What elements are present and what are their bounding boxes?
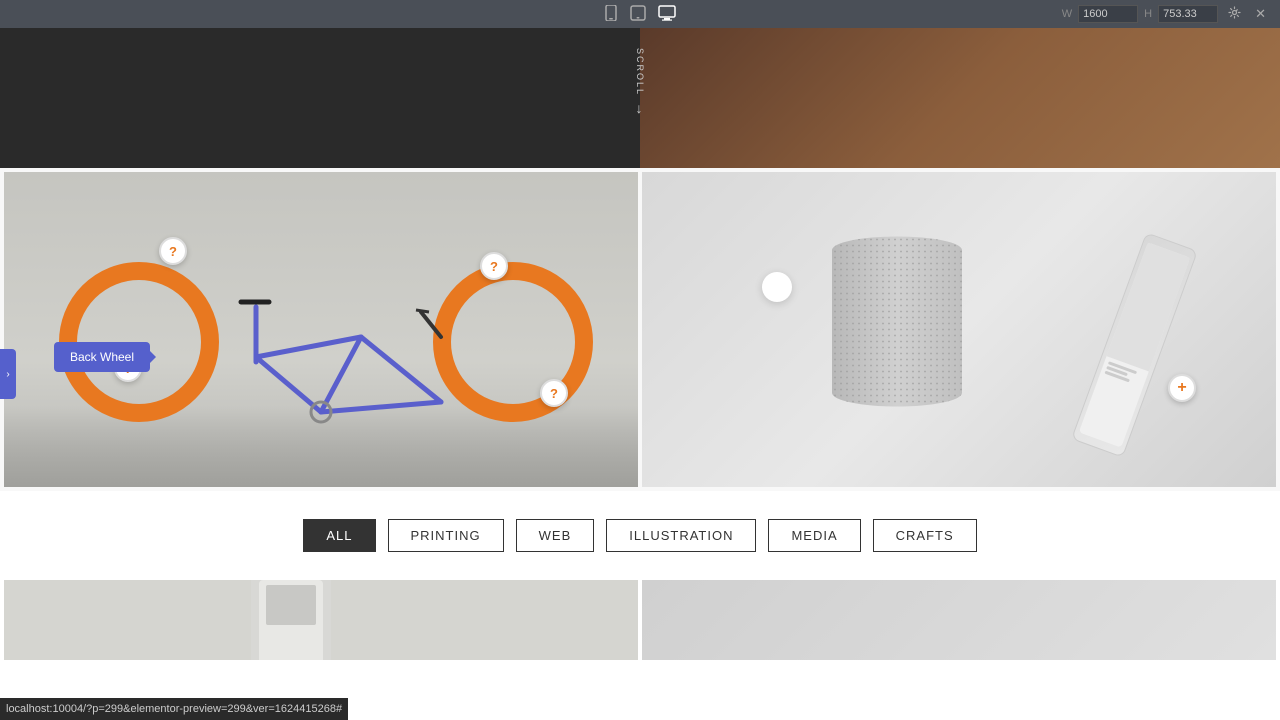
mobile-icon[interactable]: [604, 5, 618, 24]
hotspot-front-wheel[interactable]: ?: [540, 379, 568, 407]
portfolio-grid: ? ? ? ? Back Wheel: [0, 168, 1280, 491]
phone-product: [1071, 232, 1198, 458]
bottom-portfolio-grid: [0, 580, 1280, 660]
tech-visual: +: [642, 172, 1276, 487]
toolbar-right: W H ✕: [1062, 4, 1270, 24]
close-button[interactable]: ✕: [1251, 4, 1270, 24]
toolbar-center: [604, 5, 676, 24]
width-label: W: [1062, 8, 1072, 20]
tablet-icon[interactable]: [630, 5, 646, 24]
plus-icon: +: [1177, 379, 1186, 397]
status-bar: localhost:10004/?p=299&elementor-preview…: [0, 698, 348, 720]
scroll-indicator: SCROLL ↓: [635, 48, 645, 116]
filter-media-button[interactable]: MEDIA: [768, 519, 860, 552]
question-icon: ?: [490, 259, 498, 274]
tech-hotspot-phone[interactable]: +: [1168, 374, 1196, 402]
filter-printing-button[interactable]: PRINTING: [388, 519, 504, 552]
height-label: H: [1144, 8, 1152, 20]
bottom-card-left: [4, 580, 638, 660]
toolbar: W H ✕: [0, 0, 1280, 28]
scroll-text: SCROLL: [635, 48, 645, 96]
tech-hotspot-speaker[interactable]: [762, 272, 792, 302]
bottom-card-right: [642, 580, 1276, 660]
scroll-arrow-icon: ↓: [636, 100, 645, 116]
tech-products-card: +: [642, 172, 1276, 487]
bottom-left-visual: [4, 580, 638, 660]
question-icon: ?: [550, 386, 558, 401]
width-input[interactable]: [1078, 5, 1138, 23]
hero-section: SCROLL ↓: [0, 28, 1280, 168]
chevron-right-icon: ›: [6, 369, 9, 380]
sidebar-toggle[interactable]: ›: [0, 349, 16, 399]
hotspot-handlebar[interactable]: ?: [480, 252, 508, 280]
hotspot-seat[interactable]: ?: [159, 237, 187, 265]
speaker-mesh-texture: [832, 236, 962, 406]
filter-crafts-button[interactable]: CRAFTS: [873, 519, 977, 552]
phone-screen: [1079, 242, 1190, 447]
question-icon: ?: [169, 244, 177, 259]
bicycle-frame-svg: [4, 172, 638, 487]
speaker-product: [832, 236, 962, 406]
back-wheel-tooltip: Back Wheel: [54, 342, 150, 372]
settings-button[interactable]: [1224, 4, 1245, 24]
filter-web-button[interactable]: WEB: [516, 519, 595, 552]
main-content: › SCROLL ↓: [0, 28, 1280, 720]
bicycle-image-card: ? ? ? ? Back Wheel: [4, 172, 638, 487]
height-input[interactable]: [1158, 5, 1218, 23]
desktop-icon[interactable]: [658, 5, 676, 24]
filter-section: ALL PRINTING WEB ILLUSTRATION MEDIA CRAF…: [0, 491, 1280, 580]
filter-illustration-button[interactable]: ILLUSTRATION: [606, 519, 756, 552]
filter-all-button[interactable]: ALL: [303, 519, 375, 552]
bicycle-visual: ? ? ? ? Back Wheel: [4, 172, 638, 487]
status-url: localhost:10004/?p=299&elementor-preview…: [6, 703, 342, 715]
